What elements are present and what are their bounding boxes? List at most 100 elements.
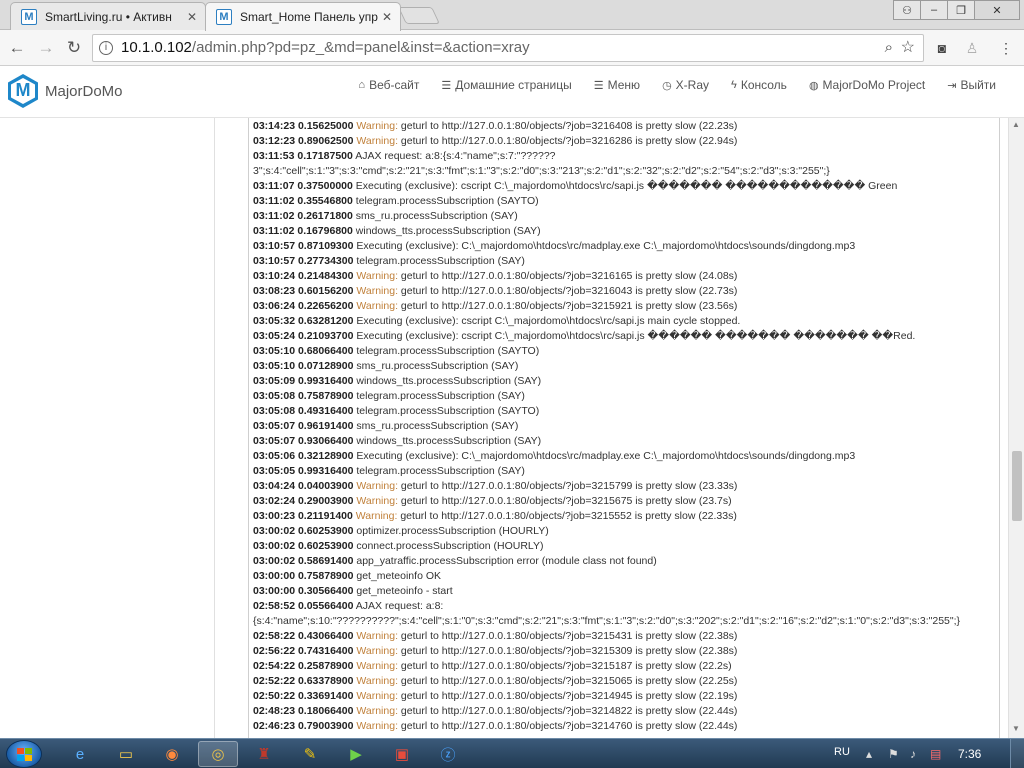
play-icon[interactable]: ▶ [336,741,376,767]
extension-camera-icon[interactable]: ◙ [932,38,952,58]
chrome-menu-icon[interactable]: ⋮ [996,38,1016,58]
log-row: 03:10:57 0.27734300 telegram.processSubs… [253,254,999,269]
log-warning-label: Warning: [356,660,398,672]
log-time: 03:05:10 [253,345,296,357]
log-warning-label: Warning: [355,510,398,522]
clock[interactable]: 7:36 [958,747,981,761]
log-duration: 0.75878900 [297,570,354,582]
log-row: 03:05:06 0.32128900 Executing (exclusive… [253,449,999,464]
menu-item-6[interactable]: ⇥ Выйти [947,78,996,92]
log-time: 03:05:24 [253,330,296,342]
majordomo-favicon-icon: M [216,9,232,25]
log-row: 03:11:02 0.35546800 telegram.processSubs… [253,194,999,209]
app-tools-icon[interactable]: ✎ [290,741,330,767]
menu-item-3[interactable]: ◷ X-Ray [662,78,709,92]
scroll-down-icon[interactable]: ▼ [1012,724,1020,733]
network-error-icon[interactable]: ▤ [930,747,941,761]
new-tab-button[interactable] [398,7,440,24]
log-message: 3";s:4:"cell";s:1:"3";s:3:"cmd";s:2:"21"… [253,165,830,177]
menu-item-4[interactable]: ϟ Консоль [731,78,787,92]
log-message: telegram.processSubscription (SAYTO) [356,405,540,417]
log-warning-label: Warning: [356,495,398,507]
reload-icon[interactable]: ↻ [63,37,85,59]
log-time: 03:05:07 [253,420,296,432]
brand[interactable]: M MajorDoMo [8,74,123,108]
chrome-icon[interactable]: ◎ [198,741,238,767]
tab-close-icon[interactable]: ✕ [380,10,394,24]
show-desktop-button[interactable] [1010,739,1024,768]
url-path: /admin.php?pd=pz_&md=panel&inst=&action=… [191,39,530,56]
scrollbar-thumb[interactable] [1012,451,1022,521]
log-message: telegram.processSubscription (SAY) [356,390,525,402]
app-terminal-icon[interactable]: ▣ [382,741,422,767]
log-message: geturl to http://127.0.0.1:80/objects/?j… [400,690,738,702]
scroll-up-icon[interactable]: ▲ [1012,120,1020,129]
bolt-icon: ϟ [731,79,737,91]
firefox-icon[interactable]: ◉ [152,741,192,767]
tab-title: Smart_Home Панель упр [240,10,378,24]
menu-item-label: Выйти [960,78,996,92]
extension-user-icon[interactable]: ♙ [962,38,982,58]
log-row: 03:00:02 0.60253900 optimizer.processSub… [253,524,999,539]
log-row: 03:05:05 0.99316400 telegram.processSubs… [253,464,999,479]
user-profile-icon[interactable]: ⚇ [893,0,921,20]
file-explorer-icon[interactable]: ▭ [106,741,146,767]
close-window-icon[interactable]: ✕ [974,0,1020,20]
maximize-icon[interactable]: ❐ [947,0,975,20]
menu-item-5[interactable]: ◍ MajorDoMo Project [809,78,925,92]
forward-arrow-icon[interactable]: → [35,37,57,59]
menu-item-1[interactable]: ☰ Домашние страницы [441,78,571,92]
log-warning-label: Warning: [356,120,398,132]
log-time: 03:00:02 [253,540,296,552]
menu-item-2[interactable]: ☰ Меню [594,78,640,92]
tab-smart-home-panel[interactable]: M Smart_Home Панель упр ✕ [205,2,401,31]
tab-close-icon[interactable]: ✕ [185,10,199,24]
address-bar[interactable]: i 10.1.0.102/admin.php?pd=pz_&md=panel&i… [92,34,924,62]
page-scrollbar[interactable]: ▲ ▼ [1008,118,1024,738]
tab-smartliving[interactable]: M SmartLiving.ru • Активн ✕ [10,2,206,30]
flag-icon[interactable]: ⚑ [888,747,899,761]
log-duration: 0.43066400 [297,630,354,642]
window-controls: ⚇ – ❐ ✕ [893,0,1020,20]
app-red-icon[interactable]: ♜ [244,741,284,767]
minimize-icon[interactable]: – [920,0,948,20]
url-text: 10.1.0.102/admin.php?pd=pz_&md=panel&ins… [121,35,530,61]
log-row: 03:06:24 0.22656200 Warning: geturl to h… [253,299,999,314]
menu-item-label: Меню [607,78,641,92]
log-row: 03:05:07 0.96191400 sms_ru.processSubscr… [253,419,999,434]
back-arrow-icon[interactable]: ← [6,37,28,59]
log-time: 03:11:07 [253,180,295,192]
log-message: Executing (exclusive): cscript C:\_major… [356,315,741,327]
log-warning-label: Warning: [356,285,398,297]
log-message: Executing (exclusive): C:\_majordomo\htd… [356,450,856,462]
log-row: 02:46:23 0.79003900 Warning: geturl to h… [253,719,999,734]
logout-icon: ⇥ [947,79,957,92]
log-duration: 0.15625000 [297,120,354,132]
log-row: 03:10:24 0.21484300 Warning: geturl to h… [253,269,999,284]
zoom-icon[interactable]: ⌕ [885,35,893,61]
volume-icon[interactable]: ♪ [910,747,916,761]
log-duration: 0.60253900 [297,540,354,552]
menu-item-0[interactable]: ⌂ Веб-сайт [358,78,419,92]
browser-tab-strip: M SmartLiving.ru • Активн ✕ M Smart_Home… [0,0,1024,31]
app-z-icon[interactable]: ⓩ [428,741,468,767]
log-duration: 0.75878900 [297,390,354,402]
internet-explorer-icon[interactable]: e [60,741,100,767]
language-indicator[interactable]: RU [834,746,850,758]
log-duration: 0.32128900 [297,450,354,462]
log-message: telegram.processSubscription (SAY) [356,465,525,477]
menu-item-label: Веб-сайт [369,78,420,92]
log-message: geturl to http://127.0.0.1:80/objects/?j… [400,135,738,147]
log-message: geturl to http://127.0.0.1:80/objects/?j… [400,300,738,312]
log-duration: 0.74316400 [297,645,354,657]
tray-expand-icon[interactable]: ▴ [866,747,872,761]
log-time: 03:11:02 [253,210,295,222]
start-button[interactable] [6,740,42,768]
log-row: 03:00:02 0.60253900 connect.processSubsc… [253,539,999,554]
log-message: geturl to http://127.0.0.1:80/objects/?j… [400,705,738,717]
log-message: AJAX request: a:8: [355,600,444,612]
log-time: 02:48:23 [253,705,296,717]
log-warning-label: Warning: [356,705,398,717]
bookmark-star-icon[interactable]: ☆ [901,35,915,61]
info-icon[interactable]: i [99,41,113,55]
